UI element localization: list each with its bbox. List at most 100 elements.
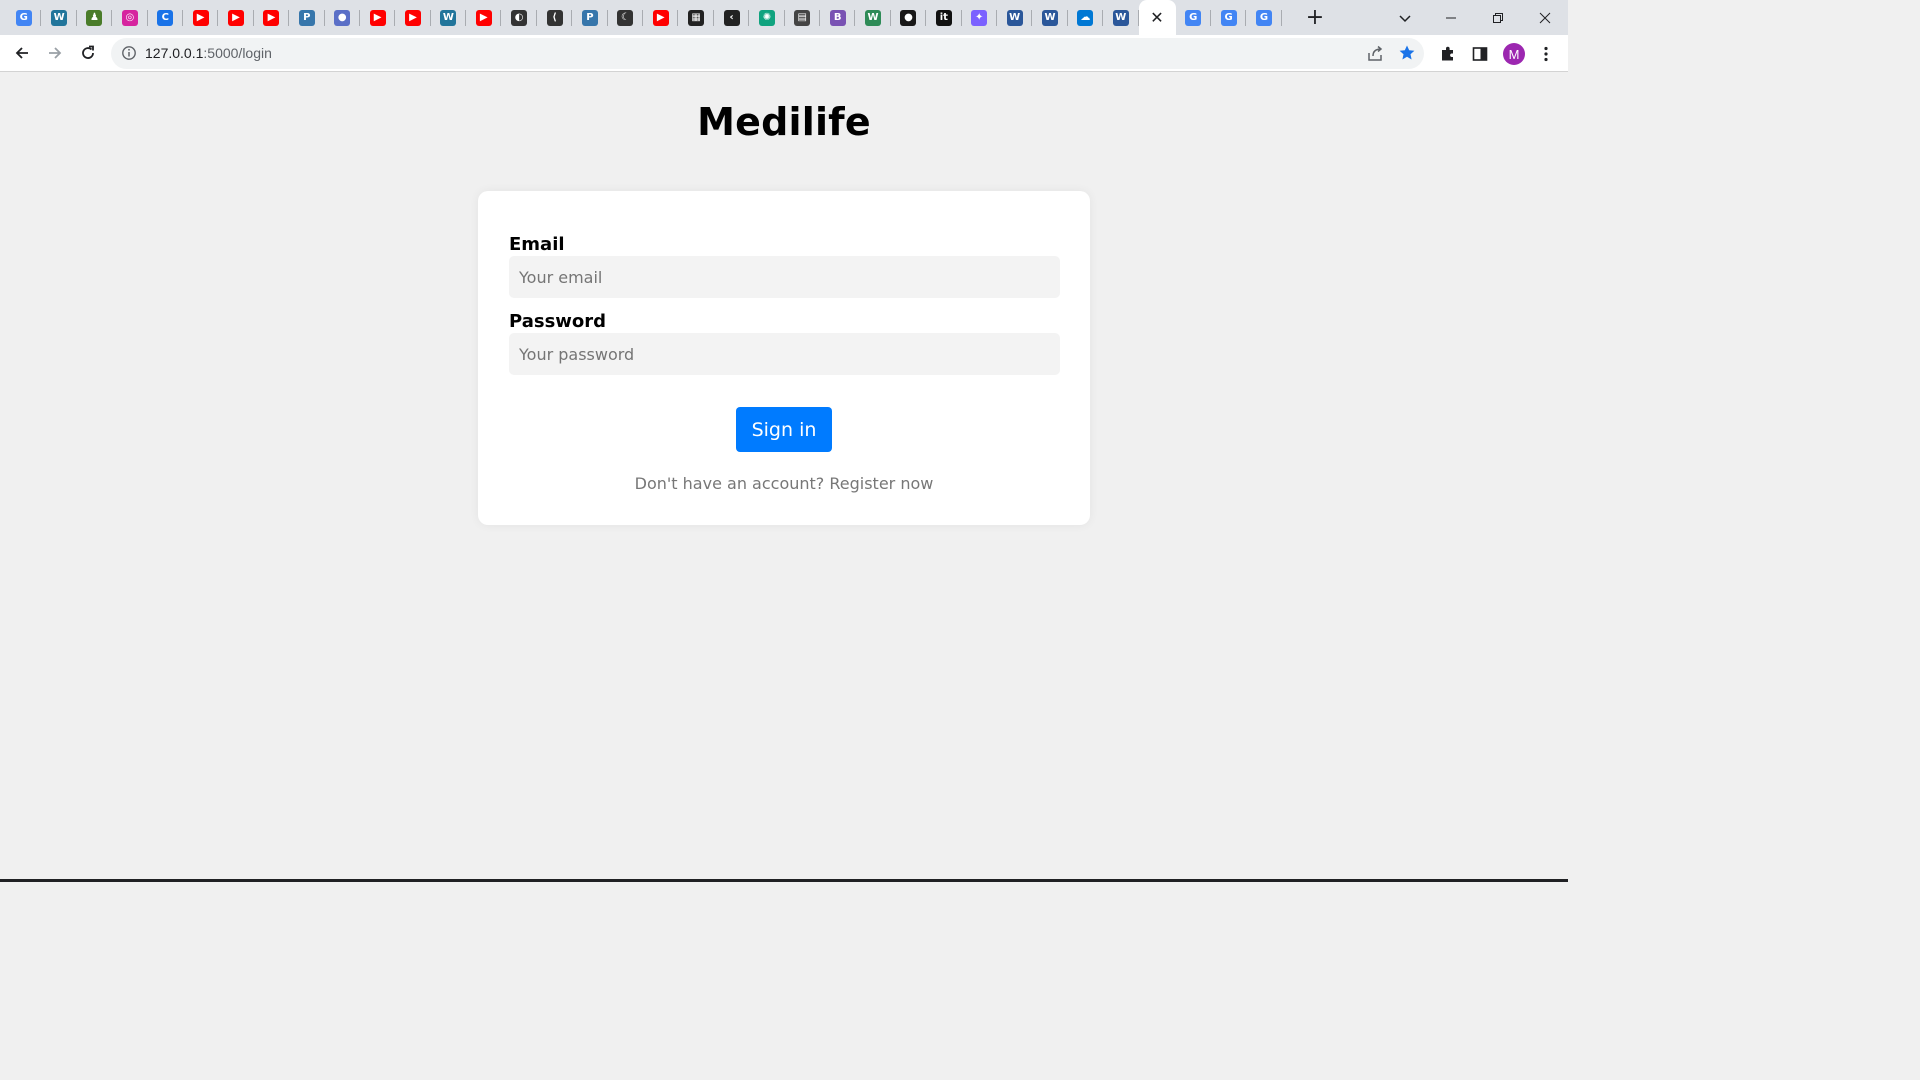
reload-button[interactable] [73,39,103,67]
restore-button[interactable] [1474,0,1521,35]
sparkle-icon: ✦ [971,9,988,26]
tab[interactable]: W [997,0,1033,35]
tab-search-button[interactable] [1382,0,1427,35]
tab[interactable]: ▶ [218,0,255,35]
url-path: :5000/login [203,45,272,61]
address-bar[interactable]: 127.0.0.1:5000/login [111,38,1424,69]
tab[interactable]: C [148,0,184,35]
youtube-icon: ▶ [228,9,245,26]
tab[interactable]: ● [891,0,927,35]
extensions-button[interactable] [1438,44,1458,64]
bookmark-star-icon[interactable] [1398,44,1416,62]
tab[interactable]: G [1176,0,1212,35]
tab[interactable]: ☁ [1068,0,1104,35]
it-logo-icon: it [935,9,952,26]
tab[interactable]: G [1246,0,1283,35]
tab[interactable]: G [1211,0,1247,35]
tab[interactable]: ▶ [395,0,432,35]
tab[interactable]: ✦ [962,0,998,35]
tab[interactable]: P [289,0,325,35]
arrow-left-icon [15,47,28,59]
tab[interactable]: ▶ [254,0,290,35]
wordpress-icon: W [51,9,68,26]
new-tab-button[interactable]: + [1298,0,1332,35]
tab[interactable]: W [41,0,78,35]
active-tab-close-icon[interactable]: ✕ [1150,8,1163,27]
email-label: Email [509,234,565,255]
browser-toolbar: 127.0.0.1:5000/login [0,35,1568,72]
grid-icon: ▤ [794,9,811,26]
forward-button[interactable] [40,39,70,67]
side-panel-icon [1472,47,1488,61]
plus-icon: + [1305,5,1325,30]
register-prompt: Don't have an account? Register now [478,474,1090,493]
share-icon[interactable] [1366,45,1384,63]
url-text[interactable]: 127.0.0.1:5000/login [145,45,272,61]
minimize-button[interactable] [1427,0,1474,35]
page-viewport: Medilife Email Password Sign in Don't ha… [0,73,1568,879]
profile-avatar[interactable]: M [1503,43,1525,65]
google-translate-icon: G [15,9,32,26]
google-icon: G [1255,9,1272,26]
password-field[interactable] [509,333,1060,375]
tab[interactable]: ▶ [183,0,219,35]
tab[interactable]: ☾ [608,0,644,35]
tab[interactable]: ✺ [749,0,785,35]
close-window-button[interactable] [1521,0,1568,35]
tab[interactable]: W [855,0,892,35]
tab[interactable]: ▶ [643,0,679,35]
browser-tabstrip: G W ♟ ◎ C ▶ ▶ ▶ P ● ▶ ▶ W ▶ ◐ ⟨ P ☾ ▶ ▦ ‹ ✺ ▤ B W ● it ✦ W W ☁ W ✕ G G G + [0,0,1568,35]
tab[interactable]: W [1103,0,1139,35]
tab[interactable]: ♟ [77,0,113,35]
tab[interactable]: W [431,0,467,35]
chatgpt-icon: ✺ [758,9,775,26]
tab[interactable]: ▦ [678,0,715,35]
sign-in-button[interactable]: Sign in [736,407,832,452]
youtube-icon: ▶ [475,9,492,26]
bootstrap-icon: B [829,9,846,26]
reload-icon [82,45,94,59]
register-link[interactable]: Don't have an account? Register now [635,474,934,493]
tab[interactable]: P [572,0,609,35]
word-icon: W [1112,9,1129,26]
globe-icon: ◐ [511,9,528,26]
side-panel-button[interactable] [1470,44,1490,64]
youtube-icon: ▶ [263,9,280,26]
tab-active[interactable]: ✕ [1138,0,1176,35]
login-card: Email Password Sign in Don't have an acc… [478,191,1090,525]
tab[interactable]: G [6,0,42,35]
tab[interactable]: ‹ [714,0,750,35]
tab[interactable]: ◎ [112,0,148,35]
onedrive-icon: ☁ [1077,9,1094,26]
password-label: Password [509,311,607,332]
tab[interactable]: ● [325,0,361,35]
tab[interactable]: ⟨ [537,0,573,35]
google-icon: G [1220,9,1237,26]
chevron-icon: ‹ [723,9,740,26]
kebab-menu-icon [1544,46,1548,62]
curve-icon: ⟨ [546,9,563,26]
wordpress-icon: W [440,9,457,26]
email-field[interactable] [509,256,1060,298]
tab[interactable]: ▤ [785,0,821,35]
arrow-right-icon [49,47,62,59]
chess-icon: ♟ [86,9,103,26]
w-logo-icon: W [865,9,882,26]
tab[interactable]: ◐ [501,0,538,35]
google-icon: G [1185,9,1202,26]
phone-icon: ☾ [617,9,634,26]
word-icon: W [1006,9,1023,26]
tab-list: G W ♟ ◎ C ▶ ▶ ▶ P ● ▶ ▶ W ▶ ◐ ⟨ P ☾ ▶ ▦ ‹ ✺ ▤ B W ● it ✦ W W ☁ W ✕ G G G [6,0,1283,35]
info-icon[interactable] [121,45,137,61]
tab[interactable]: B [820,0,856,35]
page-title: Medilife [697,100,871,144]
browser-menu-button[interactable] [1536,44,1556,64]
tab[interactable]: W [1032,0,1069,35]
back-button[interactable] [7,39,37,67]
location-pin-icon: ● [334,9,351,26]
window-bottom-border [0,879,1568,882]
tab[interactable]: it [926,0,962,35]
tab[interactable]: ▶ [466,0,502,35]
chevron-down-icon [1398,14,1411,22]
tab[interactable]: ▶ [360,0,396,35]
